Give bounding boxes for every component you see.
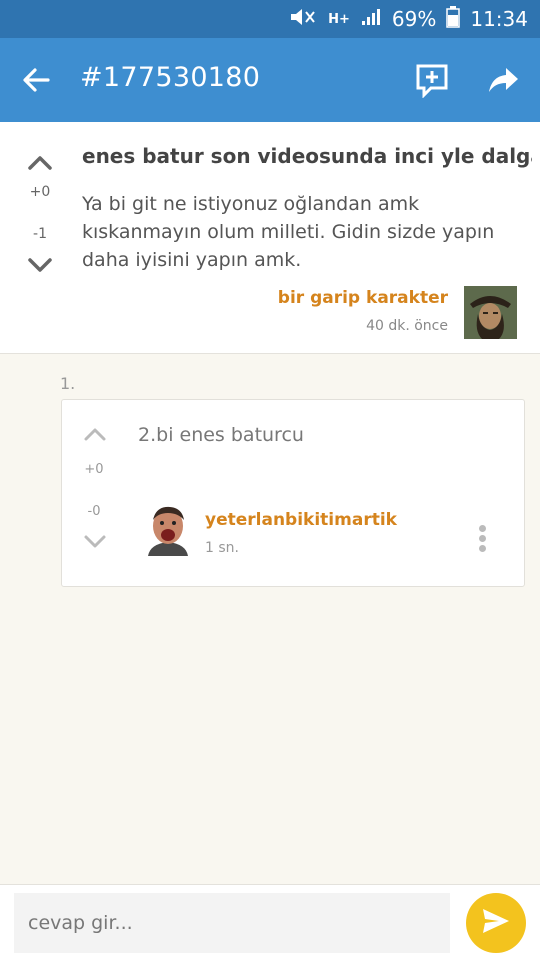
post-body: Ya bi git ne istiyonuz oğlandan amk kısk… (82, 193, 495, 271)
mute-icon (288, 7, 318, 32)
page-title: #177530180 (80, 62, 261, 93)
upvote-button[interactable] (22, 148, 58, 176)
app-bar: #177530180 (0, 38, 540, 122)
reply-upvote-count: +0 (84, 462, 104, 477)
upvote-count: +0 (29, 184, 51, 200)
send-button[interactable] (466, 893, 526, 953)
reply-author[interactable]: yeterlanbikitimartik (205, 510, 397, 530)
post-time: 40 dk. önce (366, 318, 448, 334)
battery-icon (446, 5, 461, 33)
reply-composer (0, 884, 540, 960)
reply-downvote-button[interactable] (80, 530, 110, 554)
reply-text: 2.bi enes baturcu (138, 424, 304, 446)
reply-card: +0 -0 2.bi enes baturcu yeterlanbikitima… (61, 399, 525, 587)
reply-input[interactable] (14, 893, 450, 953)
add-comment-icon[interactable] (414, 62, 450, 99)
reply-upvote-button[interactable] (80, 422, 110, 446)
reply-downvote-count: -0 (87, 504, 101, 519)
downvote-count: -1 (33, 226, 47, 242)
clock: 11:34 (470, 7, 528, 31)
post-title[interactable]: enes batur son videosunda inci yle dalga… (82, 144, 532, 168)
send-icon (481, 907, 511, 939)
downvote-button[interactable] (22, 252, 58, 280)
more-vert-icon[interactable] (472, 522, 492, 556)
reply-time: 1 sn. (205, 540, 239, 556)
network-type: H+ (328, 11, 350, 27)
share-icon[interactable] (486, 62, 522, 98)
thread-number: 1. (60, 374, 76, 393)
avatar[interactable] (144, 504, 192, 556)
signal-icon (360, 7, 382, 32)
avatar[interactable] (464, 286, 517, 339)
status-bar: H+ 69% 11:34 (0, 0, 540, 38)
post-author[interactable]: bir garip karakter (278, 288, 448, 308)
arrow-left-icon[interactable] (18, 60, 58, 100)
post-card: +0 -1 enes batur son videosunda inci yle… (0, 122, 540, 354)
status-icons: H+ 69% 11:34 (288, 0, 528, 38)
battery-percent: 69% (391, 7, 437, 31)
